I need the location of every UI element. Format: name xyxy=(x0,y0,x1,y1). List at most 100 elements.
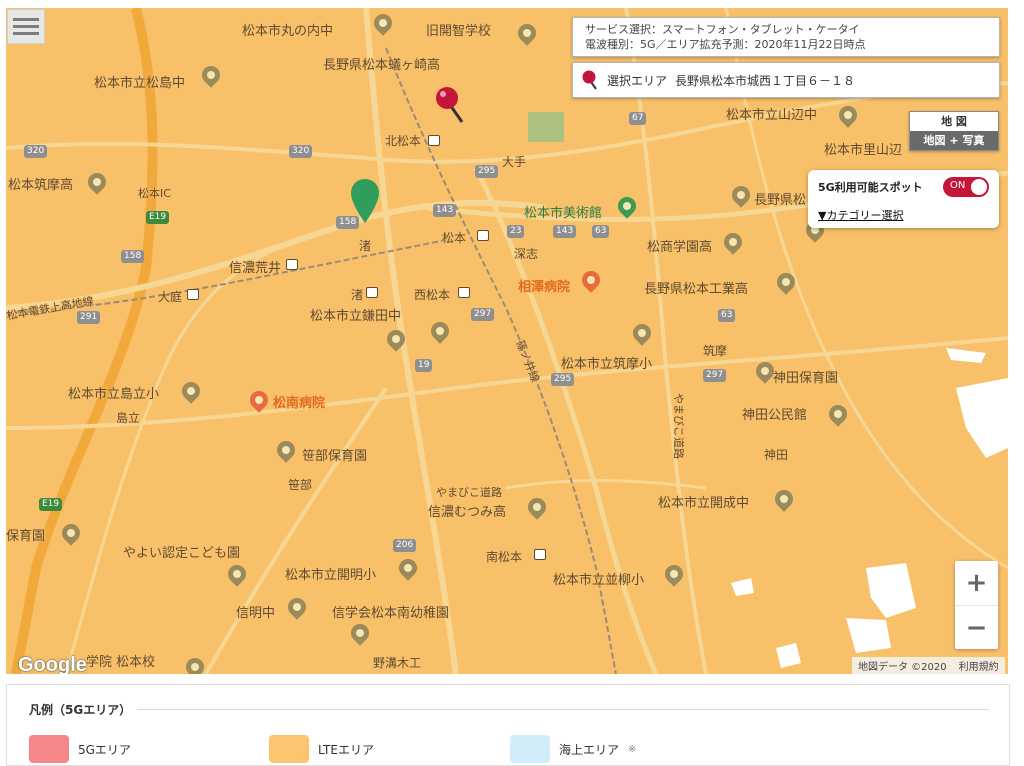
legend-item-5g: 5Gエリア xyxy=(29,735,131,763)
map-label: 松本筑摩高 xyxy=(8,178,74,193)
legend-label: 海上エリア xyxy=(559,742,620,757)
legend-item-sea: 海上エリア ※ xyxy=(510,735,636,763)
legend-label: LTEエリア xyxy=(318,742,374,757)
map-attribution: 地図データ ©2020 利用規約 xyxy=(852,657,1005,674)
google-logo: Google xyxy=(18,654,87,674)
zoom-in-button[interactable]: + xyxy=(955,561,998,605)
route-shield: 297 xyxy=(471,308,495,321)
map-label: 旧開智学校 xyxy=(426,24,492,39)
map-label: 信学会松本南幼稚園 xyxy=(332,606,450,621)
green-location-marker-icon[interactable] xyxy=(350,177,380,225)
service-type: サービス選択：スマートフォン・タブレット・ケータイ xyxy=(585,23,860,36)
map-label: 保育園 xyxy=(6,529,46,544)
legend-title: 凡例（5Gエリア） xyxy=(29,703,132,717)
map-label: 松本市丸の内中 xyxy=(242,24,334,39)
map-label: 松本市立並柳小 xyxy=(553,573,645,588)
route-shield: 143 xyxy=(433,204,457,217)
map-label: 大手 xyxy=(502,155,527,169)
station-icon xyxy=(286,259,298,270)
station-icon xyxy=(428,135,440,146)
route-shield: 158 xyxy=(121,250,145,263)
route-shield: 297 xyxy=(703,369,727,382)
route-shield: 206 xyxy=(393,539,417,552)
map-label: 北松本 xyxy=(385,134,422,148)
map-label: 松本市立開成中 xyxy=(658,496,750,511)
menu-icon-bar xyxy=(13,18,39,21)
map-label: 神田 xyxy=(764,448,789,462)
station-icon xyxy=(187,289,199,300)
map-label: 松本市立山辺中 xyxy=(726,108,818,123)
zoom-control: + − xyxy=(955,561,998,649)
menu-icon-bar xyxy=(13,25,39,28)
map-label: 松本市立松島中 xyxy=(94,76,186,91)
legend-swatch xyxy=(269,735,309,763)
map-label: 松本IC xyxy=(138,187,171,200)
route-shield: 320 xyxy=(24,145,48,158)
map-label: 松本市立鎌田中 xyxy=(310,309,402,324)
5g-spot-panel: 5G利用可能スポット ON ▼カテゴリー選択 xyxy=(808,170,999,228)
terms-link[interactable]: 利用規約 xyxy=(959,658,999,673)
expressway-shield: E19 xyxy=(39,498,63,511)
route-shield: 295 xyxy=(475,165,499,178)
map-type-switcher: 地 図 地図 + 写真 xyxy=(909,111,999,151)
map-label: 西松本 xyxy=(414,288,451,302)
map-label: やまびこ道路 xyxy=(672,393,685,459)
map-type-hybrid-button[interactable]: 地図 + 写真 xyxy=(910,131,998,150)
station-icon xyxy=(477,230,489,241)
map-label: 松本市立開明小 xyxy=(285,568,377,583)
legend-note: ※ xyxy=(628,743,637,755)
legend-swatch xyxy=(510,735,550,763)
pin-icon xyxy=(582,70,597,90)
map-label: 松商学園高 xyxy=(647,240,713,255)
route-shield: 67 xyxy=(629,112,647,125)
map-label: 渚 xyxy=(351,288,364,302)
toggle-knob xyxy=(971,179,987,195)
map-label: 島立 xyxy=(116,411,141,425)
map-label: 松本市里山辺 xyxy=(824,143,903,158)
menu-icon-bar xyxy=(13,32,39,35)
menu-button[interactable] xyxy=(7,9,45,44)
zoom-out-button[interactable]: − xyxy=(955,605,998,649)
station-icon xyxy=(366,287,378,298)
route-shield: 295 xyxy=(551,373,575,386)
5g-spot-title: 5G利用可能スポット xyxy=(818,181,923,194)
expressway-shield: E19 xyxy=(146,211,170,224)
category-select-link[interactable]: ▼カテゴリー選択 xyxy=(818,207,989,223)
map-label: 神田保育園 xyxy=(773,371,839,386)
map-label: 相澤病院 xyxy=(518,280,571,295)
route-shield: 143 xyxy=(553,225,577,238)
map-label: 松本市立島立小 xyxy=(68,387,160,402)
route-shield: 19 xyxy=(415,359,433,372)
selected-area-box: 選択エリア 長野県松本市城西１丁目６－１８ xyxy=(572,62,1000,98)
map-label: 神田公民館 xyxy=(742,408,808,423)
map-label: やよい認定こども園 xyxy=(123,546,241,561)
route-shield: 63 xyxy=(592,225,610,238)
map-label: 信濃むつみ高 xyxy=(428,505,507,520)
legend-divider xyxy=(137,709,989,710)
radio-type: 電波種別：5G／エリア拡充予測：2020年11月22日時点 xyxy=(585,38,866,51)
map-label: 松本市美術館 xyxy=(524,206,603,221)
toggle-label: ON xyxy=(950,180,966,191)
map-type-map-button[interactable]: 地 図 xyxy=(910,112,998,131)
5g-spot-toggle[interactable]: ON xyxy=(943,177,989,197)
map-label: 松本 xyxy=(442,231,467,245)
map-canvas[interactable]: 320 320 295 158 158 143 143 23 63 67 291… xyxy=(6,8,1008,674)
legend-panel: 凡例（5Gエリア） 5Gエリア LTEエリア 海上エリア ※ xyxy=(6,684,1010,766)
route-shield: 63 xyxy=(718,309,736,322)
map-data-credit: 地図データ ©2020 xyxy=(858,662,947,673)
station-icon xyxy=(458,287,470,298)
selected-area-address: 長野県松本市城西１丁目６－１８ xyxy=(675,73,856,88)
map-label: 松本市立筑摩小 xyxy=(561,357,653,372)
selected-area-pin-icon[interactable] xyxy=(434,86,468,126)
map-label: 学院 松本校 xyxy=(86,655,156,670)
map-label: 松南病院 xyxy=(273,396,326,411)
map-label: 長野県松本工業高 xyxy=(644,282,749,297)
route-shield: 320 xyxy=(289,145,313,158)
map-label: 信明中 xyxy=(236,606,276,621)
legend-swatch xyxy=(29,735,69,763)
map-label: 筑摩 xyxy=(703,344,728,358)
map-roads-layer xyxy=(6,8,1008,674)
legend-label: 5Gエリア xyxy=(78,742,131,757)
service-info-box: サービス選択：スマートフォン・タブレット・ケータイ 電波種別：5G／エリア拡充予… xyxy=(572,17,1000,57)
map-label: 渚 xyxy=(359,239,372,253)
